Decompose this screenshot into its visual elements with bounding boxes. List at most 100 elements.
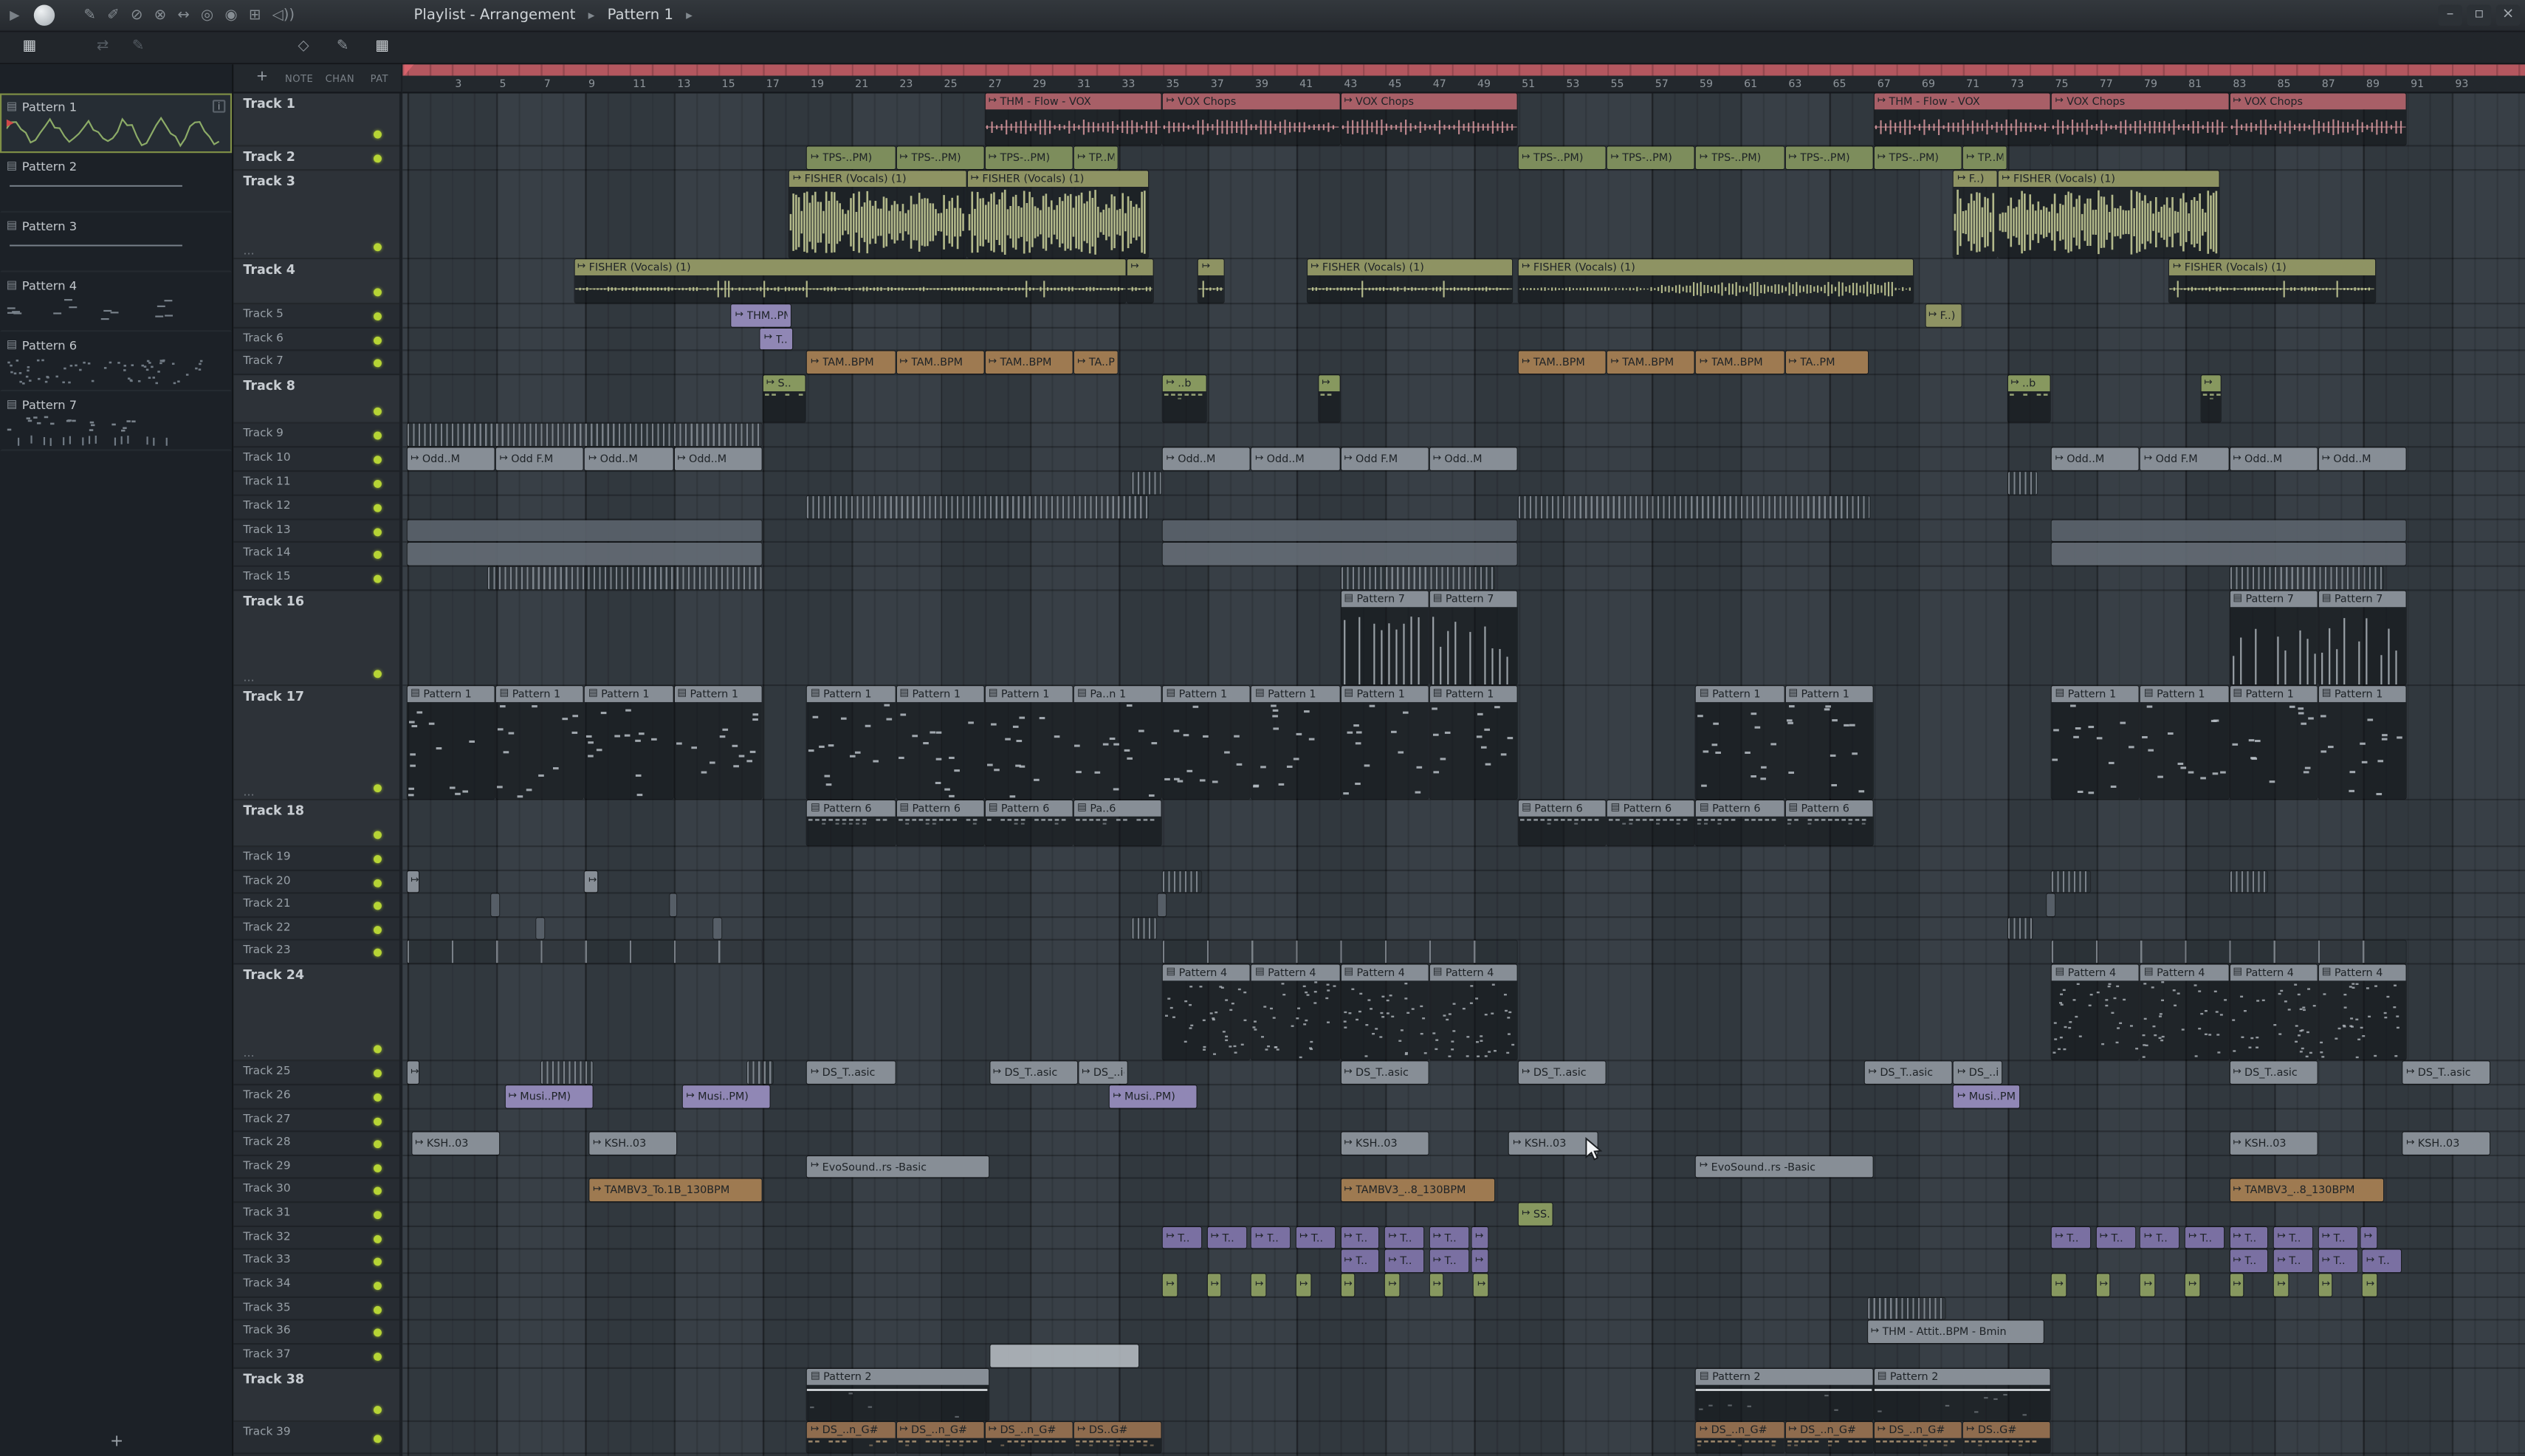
clip-odd-m[interactable]: ↦ Odd..M: [1251, 447, 1339, 470]
add-pattern-button[interactable]: +: [110, 1433, 123, 1451]
clip-t[interactable]: ↦ T..: [1340, 1227, 1379, 1249]
track-header-21[interactable]: Track 21: [233, 894, 399, 918]
track-mute-led[interactable]: [374, 831, 382, 839]
note-mode-label[interactable]: NOTE: [285, 74, 313, 85]
pattern-info-badge[interactable]: i: [212, 100, 226, 113]
clip-ksh-03[interactable]: ↦ KSH..03: [589, 1132, 677, 1155]
clip-tambv3-8-130bpm[interactable]: ↦ TAMBV3_..8_130BPM: [2229, 1178, 2384, 1202]
clip-musi-pm[interactable]: ↦ Musi..PM): [1954, 1085, 2019, 1108]
clip-unnamed[interactable]: [2052, 543, 2406, 566]
track-header-1[interactable]: Track 1: [233, 94, 399, 147]
add-marker-button[interactable]: +: [256, 69, 268, 86]
clip-pattern-1[interactable]: ▤ Pattern 1: [585, 686, 673, 799]
clip-tam-bpm[interactable]: ↦ TAM..BPM: [985, 351, 1073, 374]
clip-ta-pm[interactable]: ↦TA..PM: [1073, 351, 1117, 374]
track-lane-11[interactable]: [402, 472, 2525, 496]
clip-thm-flow-vox[interactable]: ↦ THM - Flow - VOX: [1874, 93, 2050, 145]
track-mute-led[interactable]: [374, 288, 382, 297]
track-mute-led[interactable]: [374, 1257, 382, 1266]
track-header-26[interactable]: Track 26: [233, 1085, 399, 1110]
track-mute-led[interactable]: [374, 1282, 382, 1291]
clip-unnamed[interactable]: [714, 918, 722, 939]
clip-ds-n-g[interactable]: ↦ DS_..n_G#: [985, 1421, 1073, 1453]
clip-tps-pm[interactable]: ↦ TPS-..PM): [1696, 146, 1784, 170]
track-header-25[interactable]: Track 25: [233, 1061, 399, 1086]
clip-unnamed[interactable]: [1132, 918, 1157, 939]
maximize-button[interactable]: ▫: [2467, 4, 2492, 26]
clip-unnamed[interactable]: ↦: [1340, 1274, 1355, 1297]
clip-fisher-vocals-1[interactable]: ↦ FISHER (Vocals) (1): [1307, 259, 1513, 303]
clip-t[interactable]: ↦ T..: [2229, 1227, 2268, 1249]
delete-tool-icon[interactable]: ⊘: [131, 0, 142, 32]
clip-tps-pm[interactable]: ↦ TPS-..PM): [1874, 146, 1962, 170]
track-mute-led[interactable]: [374, 1045, 382, 1054]
track-mute-led[interactable]: [374, 154, 382, 163]
clip-ss[interactable]: ↦SS..: [1518, 1203, 1553, 1226]
clip-t[interactable]: ↦ T..: [2274, 1227, 2313, 1249]
clip-pattern-4[interactable]: ▤ Pattern 4: [1163, 964, 1251, 1060]
clip-ds-n-g[interactable]: ↦ DS_..n_G#: [1784, 1421, 1873, 1453]
draw-tool-dim-icon[interactable]: ✎: [132, 38, 144, 55]
track-mute-led[interactable]: [374, 1069, 382, 1078]
clip-t[interactable]: ↦ T..: [2274, 1249, 2313, 1273]
clip-unnamed[interactable]: ↦: [1429, 1274, 1444, 1297]
track-lane-6[interactable]: [402, 329, 2525, 351]
clip-pattern-1[interactable]: ▤ Pattern 1: [1429, 686, 1517, 799]
clip-unnamed[interactable]: [2229, 566, 2384, 590]
pattern-item-pattern-1[interactable]: ▤ Pattern 1 i ▶: [0, 93, 233, 154]
clip-ksh-03[interactable]: ↦ KSH..03: [1509, 1132, 1597, 1155]
clip-pattern-1[interactable]: ▤ Pattern 1: [674, 686, 762, 799]
clip-pattern-4[interactable]: ▤ Pattern 4: [1429, 964, 1517, 1060]
clip-unnamed[interactable]: ↦: [2140, 1274, 2155, 1297]
clip-thm-pm[interactable]: ↦THM..PM: [732, 304, 791, 327]
breadcrumb-pattern[interactable]: Pattern 1: [608, 8, 673, 24]
playlist-grid[interactable]: ↦ THM - Flow - VOX ↦ VOX Chops ↦ VOX Chops ↦ TH…: [402, 93, 2525, 1456]
clip-fisher-vocals-1[interactable]: ↦ FISHER (Vocals) (1): [1998, 171, 2219, 258]
clip-fisher-vocals-1[interactable]: ↦ FISHER (Vocals) (1): [1518, 259, 1913, 303]
track-lane-34[interactable]: [402, 1274, 2525, 1298]
clip-ds-t-asic[interactable]: ↦ DS_T..asic: [1518, 1061, 1606, 1084]
clip-pattern-6[interactable]: ▤ Pattern 6: [807, 800, 895, 846]
clip-odd-f-m[interactable]: ↦ Odd F.M: [2140, 447, 2228, 470]
clip-pattern-7[interactable]: ▤ Pattern 7: [2229, 591, 2318, 684]
clip-pattern-6[interactable]: ▤ Pattern 6: [1607, 800, 1695, 846]
clip-unnamed[interactable]: [407, 520, 762, 541]
fl-studio-logo-icon[interactable]: [33, 4, 55, 26]
track-header-39[interactable]: Track 39: [233, 1422, 399, 1455]
track-mute-led[interactable]: [374, 1140, 382, 1149]
clip-unnamed[interactable]: [2229, 870, 2268, 893]
paint-tool-icon[interactable]: ✐: [107, 0, 119, 32]
clip-tam-bpm[interactable]: ↦ TAM..BPM: [1518, 351, 1606, 374]
track-header-30[interactable]: Track 30: [233, 1179, 399, 1203]
track-header-31[interactable]: Track 31: [233, 1203, 399, 1228]
track-mute-led[interactable]: [374, 312, 382, 321]
clip-t[interactable]: ↦ T..: [1207, 1227, 1246, 1249]
clip-vox-chops[interactable]: ↦ VOX Chops: [1340, 93, 1517, 145]
clip-pattern-1[interactable]: ▤ Pattern 1: [2052, 686, 2140, 799]
clip-tambv3-to-1b-130bpm[interactable]: ↦ TAMBV3_To.1B_130BPM: [589, 1178, 762, 1202]
track-header-38[interactable]: Track 38: [233, 1369, 399, 1422]
clip-pattern-7[interactable]: ▤ Pattern 7: [1429, 591, 1517, 684]
clip-unnamed[interactable]: [540, 1061, 593, 1084]
clip-unnamed[interactable]: [407, 543, 762, 566]
clip-unnamed[interactable]: [492, 893, 500, 917]
clip-pattern-6[interactable]: ▤ Pattern 6: [1696, 800, 1784, 846]
pattern-item-pattern-2[interactable]: ▤ Pattern 2: [0, 153, 233, 213]
clip-t[interactable]: ↦ T..: [1251, 1227, 1291, 1249]
clip-tps-pm[interactable]: ↦ TPS-..PM): [896, 146, 984, 170]
slide-tool-icon[interactable]: ⇄: [97, 38, 109, 55]
track-header-12[interactable]: Track 12: [233, 496, 399, 521]
clip-unnamed[interactable]: ↦: [585, 870, 597, 893]
clip-vox-chops[interactable]: ↦ VOX Chops: [2229, 93, 2406, 145]
track-header-13[interactable]: Track 13: [233, 521, 399, 543]
clip-b[interactable]: ↦ ..b: [1163, 375, 1206, 422]
clip-odd-f-m[interactable]: ↦ Odd F.M: [1340, 447, 1429, 470]
clip-evosound-rs-basic[interactable]: ↦ EvoSound..rs -Basic: [1696, 1156, 1873, 1178]
track-mute-led[interactable]: [374, 1328, 382, 1337]
clip-unnamed[interactable]: ↦: [1163, 1274, 1178, 1297]
track-mute-led[interactable]: [374, 1406, 382, 1415]
clip-fisher-vocals-1[interactable]: ↦ FISHER (Vocals) (1): [2169, 259, 2375, 303]
clip-t[interactable]: ↦ T..: [2185, 1227, 2224, 1249]
clip-pattern-4[interactable]: ▤ Pattern 4: [2140, 964, 2228, 1060]
clip-fisher-vocals-1[interactable]: ↦ FISHER (Vocals) (1): [967, 171, 1148, 258]
